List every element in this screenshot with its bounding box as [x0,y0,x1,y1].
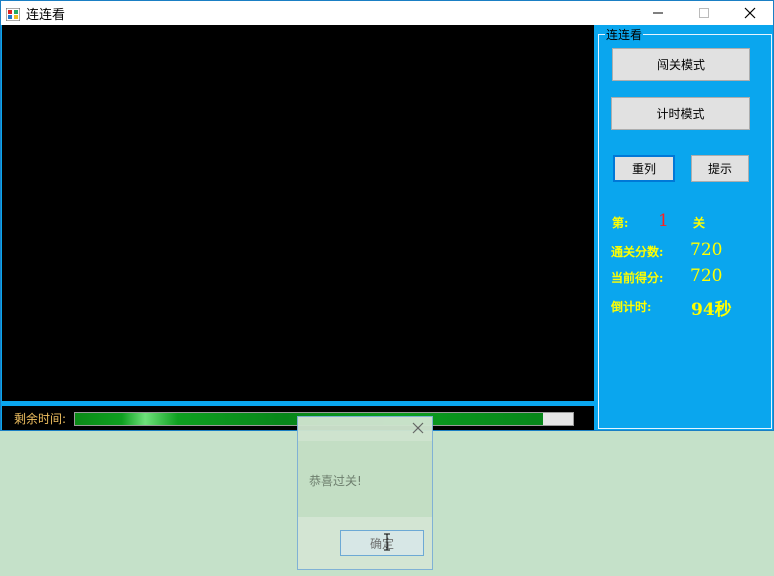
title-bar[interactable]: 连连看 [1,1,773,25]
current-score-label: 当前得分: [611,271,664,285]
close-icon [412,419,424,438]
pass-score-value: 720 [690,240,723,260]
dialog-message: 恭喜过关! [309,474,362,488]
time-remaining-label: 剩余时间: [14,412,67,426]
close-button[interactable] [727,1,773,25]
hint-button[interactable]: 提示 [691,155,749,182]
dialog-footer: 确定 [298,517,432,569]
window-title: 连连看 [26,8,66,23]
dialog-close-button[interactable] [410,420,426,436]
minimize-icon [652,4,664,23]
pass-score-label: 通关分数: [611,245,664,259]
message-dialog: 恭喜过关! 确定 [297,416,433,570]
main-window: 连连看 剩余时间: 连连看 闯关模式 计时模式 重列 提示 第: 1 关 通关分… [0,0,774,431]
level-mode-button[interactable]: 闯关模式 [612,48,750,81]
group-box: 连连看 [598,26,772,429]
group-title: 连连看 [605,26,644,43]
ok-button[interactable]: 确定 [340,530,424,556]
level-suffix: 关 [693,216,706,230]
timed-mode-button[interactable]: 计时模式 [611,97,750,130]
game-board[interactable] [2,25,594,401]
maximize-button[interactable] [681,1,727,25]
countdown-value: 94秒 [691,300,732,320]
minimize-button[interactable] [635,1,681,25]
maximize-icon [698,4,710,23]
dialog-body: 恭喜过关! [298,441,432,517]
text-cursor-icon [383,533,391,551]
dialog-title-bar[interactable] [298,417,432,441]
level-label: 第: [612,216,629,230]
control-panel: 连连看 闯关模式 计时模式 重列 提示 第: 1 关 通关分数: 720 当前得… [594,25,773,430]
countdown-label: 倒计时: [611,300,652,314]
level-value: 1 [658,211,669,231]
app-grid-icon [5,6,21,22]
close-icon [744,4,756,23]
shuffle-button[interactable]: 重列 [613,155,675,182]
current-score-value: 720 [690,266,723,286]
